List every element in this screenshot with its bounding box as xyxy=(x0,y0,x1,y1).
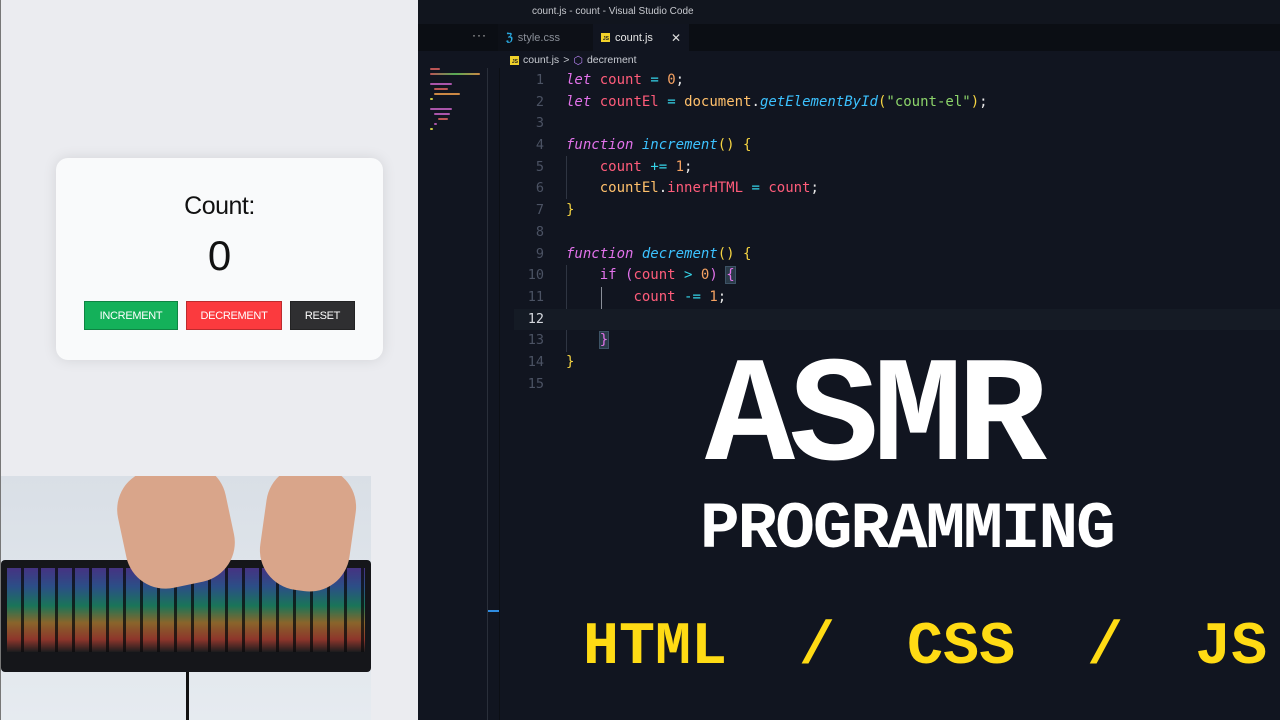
minimap-divider xyxy=(487,68,488,720)
code-line: 5 count += 1; xyxy=(535,158,693,175)
button-row: INCREMENT DECREMENT RESET xyxy=(84,301,355,330)
code-line: 10 if (count > 0) { xyxy=(527,266,736,285)
tab-style-css[interactable]: ℨ style.css xyxy=(498,24,593,51)
code-line-current: 12 xyxy=(514,308,1280,331)
code-line: 3 xyxy=(535,115,544,132)
webcam-overlay xyxy=(1,476,371,720)
breadcrumb-separator: > xyxy=(563,54,570,66)
scroll-position-marker xyxy=(488,610,499,612)
decrement-button[interactable]: DECREMENT xyxy=(186,301,282,330)
reset-button[interactable]: RESET xyxy=(290,301,355,330)
js-icon: JS xyxy=(601,33,610,42)
code-line: 1 let count = 0; xyxy=(535,72,685,88)
gutter-divider xyxy=(499,68,500,720)
code-line: 4 function increment() { xyxy=(535,137,752,154)
js-icon: JS xyxy=(510,55,519,65)
code-line: 7} xyxy=(535,202,575,219)
tab-label: style.css xyxy=(517,31,560,44)
css-icon: ℨ xyxy=(506,32,513,44)
minimap[interactable] xyxy=(430,68,486,148)
code-line: 9 function decrement() { xyxy=(535,245,752,262)
programming-subtitle: PROGRAMMING xyxy=(700,492,1116,567)
more-actions-icon[interactable]: ··· xyxy=(472,28,487,42)
window-title: count.js - count - Visual Studio Code xyxy=(418,0,1280,24)
breadcrumb-symbol[interactable]: decrement xyxy=(587,54,637,66)
increment-button[interactable]: INCREMENT xyxy=(84,301,178,330)
code-line: 11 count -= 1; xyxy=(527,288,727,305)
code-line: 6 countEl.innerHTML = count; xyxy=(535,180,819,197)
tab-count-js[interactable]: JS count.js ✕ xyxy=(593,24,689,51)
tech-stack-title: HTML / CSS / JS xyxy=(583,614,1268,682)
tab-bar: ··· ℨ style.css JS count.js ✕ xyxy=(418,24,1280,51)
breadcrumb-file[interactable]: count.js xyxy=(523,54,559,66)
keyboard-cable xyxy=(186,672,189,720)
tab-label: count.js xyxy=(615,31,653,44)
code-line: 8 xyxy=(535,223,544,240)
counter-card: Count: 0 INCREMENT DECREMENT RESET xyxy=(56,158,383,360)
asmr-title: ASMR xyxy=(705,335,1047,505)
symbol-method-icon: ⬡ xyxy=(573,54,583,67)
browser-preview: Count: 0 INCREMENT DECREMENT RESET xyxy=(0,0,418,720)
code-line: 2 let countEl = document.getElementById("… xyxy=(535,93,988,110)
close-tab-icon[interactable]: ✕ xyxy=(671,31,681,45)
count-value: 0 xyxy=(207,232,232,279)
count-label: Count: xyxy=(184,192,255,220)
breadcrumb: JS count.js > ⬡ decrement xyxy=(510,52,637,68)
